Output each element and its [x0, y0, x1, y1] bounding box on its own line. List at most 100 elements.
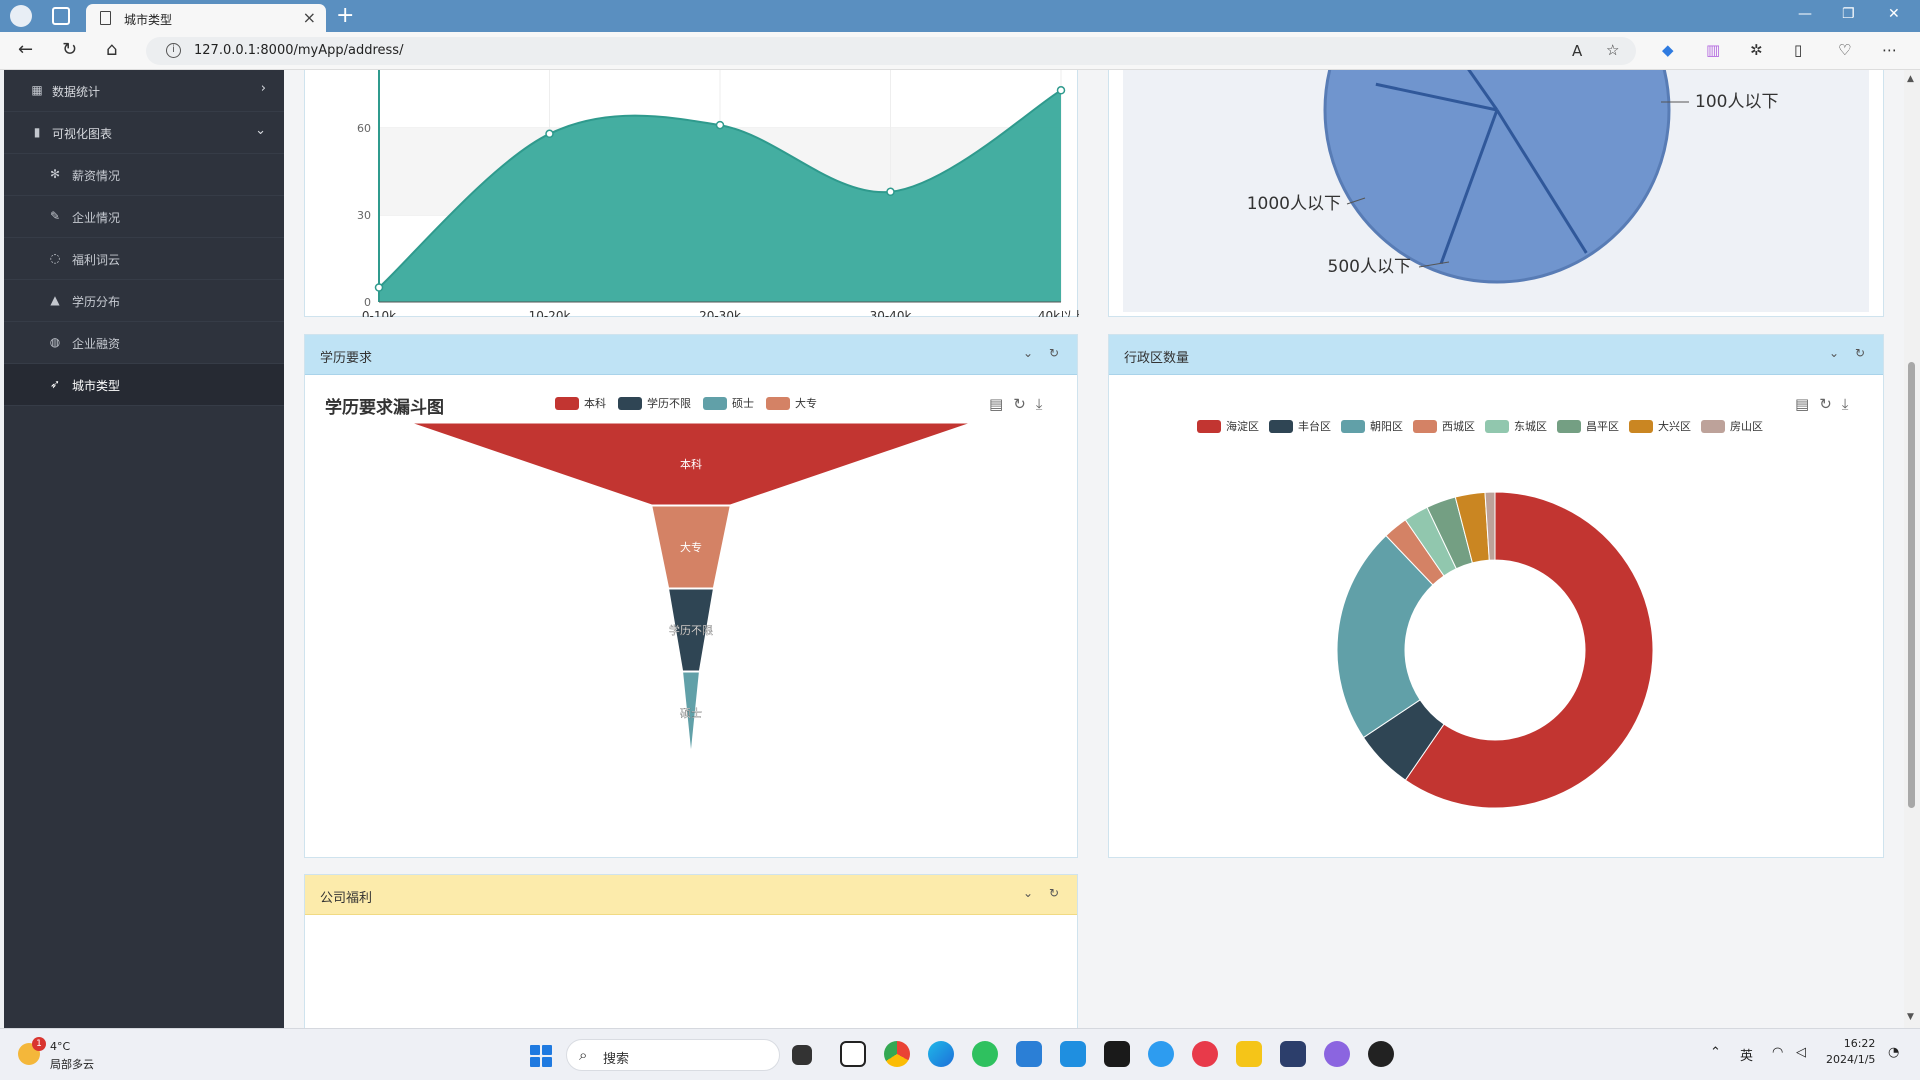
browser-tab[interactable]: 城市类型 × — [86, 4, 326, 32]
refresh-icon[interactable]: ↻ — [1049, 886, 1059, 900]
site-info-icon[interactable]: i — [166, 43, 181, 58]
app-icon[interactable] — [1368, 1041, 1394, 1067]
extension-icon[interactable]: ◆ — [1662, 41, 1674, 59]
legend-item[interactable]: 本科 — [555, 395, 606, 411]
legend-item[interactable]: 硕士 — [703, 395, 754, 411]
tray-chevron-up-icon[interactable]: ⌃ — [1710, 1045, 1721, 1060]
app-icon[interactable] — [1324, 1041, 1350, 1067]
more-menu-icon[interactable]: ⋯ — [1882, 41, 1897, 59]
legend-item[interactable]: 丰台区 — [1269, 418, 1331, 434]
split-screen-icon[interactable]: ▯ — [1794, 41, 1802, 59]
clock[interactable]: 16:22 2024/1/5 — [1826, 1036, 1875, 1068]
read-aloud-icon[interactable]: A — [1572, 42, 1582, 60]
start-windows-icon[interactable] — [530, 1045, 552, 1067]
edge-app-icon[interactable] — [928, 1041, 954, 1067]
page-scrollbar[interactable]: ▲ ▼ — [1904, 70, 1920, 1028]
browser-essentials-icon[interactable]: ♡ — [1838, 41, 1851, 59]
chart-toolbox: ▤ ↻ ⤓ — [1795, 395, 1848, 413]
close-tab-icon[interactable]: × — [303, 8, 316, 27]
new-tab-icon[interactable]: + — [336, 3, 354, 28]
collapse-icon[interactable]: ⌄ — [1023, 346, 1033, 360]
wifi-icon[interactable]: ◠ — [1772, 1045, 1783, 1060]
wechat-app-icon[interactable] — [972, 1041, 998, 1067]
ime-indicator[interactable]: 英 — [1740, 1045, 1753, 1064]
sidebar-item-label: 城市类型 — [72, 379, 121, 393]
legend-label: 本科 — [584, 397, 606, 410]
legend-label: 房山区 — [1730, 420, 1763, 433]
data-point — [1056, 86, 1066, 95]
weather-temp: 4°C — [50, 1040, 71, 1053]
legend-swatch — [618, 396, 642, 410]
panel-title: 公司福利 — [320, 891, 373, 906]
legend-item[interactable]: 学历不限 — [618, 395, 691, 411]
education-panel: 学历要求 ⌄ ↻ 学历要求漏斗图 本科 学历不限 硕士 大专 ▤ ↻ ⤓ 本科大… — [304, 334, 1078, 858]
notification-bell-icon[interactable]: ◔ — [1888, 1045, 1899, 1060]
notes-app-icon[interactable] — [1236, 1041, 1262, 1067]
task-view-icon[interactable] — [792, 1045, 812, 1065]
restore-icon[interactable]: ↻ — [1013, 395, 1026, 413]
legend-item[interactable]: 东城区 — [1485, 418, 1547, 434]
profile-avatar-icon[interactable] — [10, 5, 32, 27]
legend-item[interactable]: 昌平区 — [1557, 418, 1619, 434]
url-field[interactable]: i 127.0.0.1:8000/myApp/address/ A ☆ — [146, 37, 1636, 65]
y-tick-label: 0 — [364, 296, 371, 309]
netease-music-app-icon[interactable] — [1192, 1041, 1218, 1067]
tab-actions-icon[interactable] — [52, 7, 70, 25]
sidebar-item-wordcloud[interactable]: ◌ 福利词云 — [4, 238, 284, 280]
legend-item[interactable]: 海淀区 — [1197, 418, 1259, 434]
legend-item[interactable]: 西城区 — [1413, 418, 1475, 434]
welfare-panel: 公司福利 ⌄ ↻ — [304, 874, 1078, 1028]
window-close-icon[interactable]: ✕ — [1888, 6, 1900, 22]
legend-swatch — [1629, 419, 1653, 433]
legend-item[interactable]: 房山区 — [1701, 418, 1763, 434]
sidebar-item-education[interactable]: ▲ 学历分布 — [4, 280, 284, 322]
volume-icon[interactable]: ◁ — [1796, 1045, 1806, 1060]
qq-app-icon[interactable] — [1148, 1041, 1174, 1067]
bar-chart-icon: ▮ — [33, 125, 41, 139]
home-icon[interactable]: ⌂ — [106, 39, 117, 60]
scroll-down-icon[interactable]: ▼ — [1907, 1012, 1914, 1022]
scrollbar-thumb[interactable] — [1908, 362, 1915, 808]
feishu-app-icon[interactable] — [1060, 1041, 1086, 1067]
restore-icon[interactable]: ↻ — [1819, 395, 1832, 413]
download-icon[interactable]: ⤓ — [1842, 395, 1849, 413]
refresh-icon[interactable]: ↻ — [62, 39, 77, 60]
legend-item[interactable]: 朝阳区 — [1341, 418, 1403, 434]
app-icon[interactable] — [1280, 1041, 1306, 1067]
graduation-cap-icon: ▲ — [50, 293, 60, 307]
legend-swatch — [1269, 419, 1293, 433]
data-view-icon[interactable]: ▤ — [989, 395, 1003, 413]
sidebar-item-visual-charts[interactable]: ▮ 可视化图表 ⌄ — [4, 112, 284, 154]
sidebar-item-data-stats[interactable]: ▦ 数据统计 › — [4, 70, 284, 112]
sidebar-item-city-type[interactable]: ➶ 城市类型 — [4, 364, 284, 406]
favorite-star-icon[interactable]: ☆ — [1606, 41, 1619, 59]
sidebar-item-salary[interactable]: ✻ 薪资情况 — [4, 154, 284, 196]
download-icon[interactable]: ⤓ — [1036, 395, 1043, 413]
legend-label: 东城区 — [1514, 420, 1547, 433]
chrome-app-icon[interactable] — [884, 1041, 910, 1067]
legend-swatch — [1485, 419, 1509, 433]
funnel-segment-label: 学历不限 — [669, 623, 713, 637]
vscode-app-icon[interactable] — [1016, 1041, 1042, 1067]
refresh-icon[interactable]: ↻ — [1049, 346, 1059, 360]
reader-icon[interactable]: ▥ — [1706, 41, 1720, 59]
taskbar-search[interactable]: ⌕ 搜索 — [566, 1039, 780, 1071]
extensions-puzzle-icon[interactable]: ✲ — [1750, 41, 1763, 59]
scroll-up-icon[interactable]: ▲ — [1907, 74, 1914, 84]
refresh-icon[interactable]: ↻ — [1855, 346, 1865, 360]
data-view-icon[interactable]: ▤ — [1795, 395, 1809, 413]
legend-item[interactable]: 大专 — [766, 395, 817, 411]
minimize-icon[interactable]: — — [1798, 6, 1812, 22]
legend-item[interactable]: 大兴区 — [1629, 418, 1691, 434]
jetbrains-app-icon[interactable] — [1104, 1041, 1130, 1067]
notion-app-icon[interactable] — [840, 1041, 866, 1067]
collapse-icon[interactable]: ⌄ — [1829, 346, 1839, 360]
tab-title: 城市类型 — [124, 13, 173, 27]
sidebar-item-company[interactable]: ✎ 企业情况 — [4, 196, 284, 238]
sidebar-item-financing[interactable]: ◍ 企业融资 — [4, 322, 284, 364]
legend-label: 丰台区 — [1298, 420, 1331, 433]
collapse-icon[interactable]: ⌄ — [1023, 886, 1033, 900]
district-legend: 海淀区 丰台区 朝阳区 西城区 东城区 昌平区 大兴区 房山区 — [1197, 418, 1763, 434]
back-icon[interactable]: ← — [18, 39, 33, 60]
restore-icon[interactable]: ❐ — [1842, 6, 1855, 22]
